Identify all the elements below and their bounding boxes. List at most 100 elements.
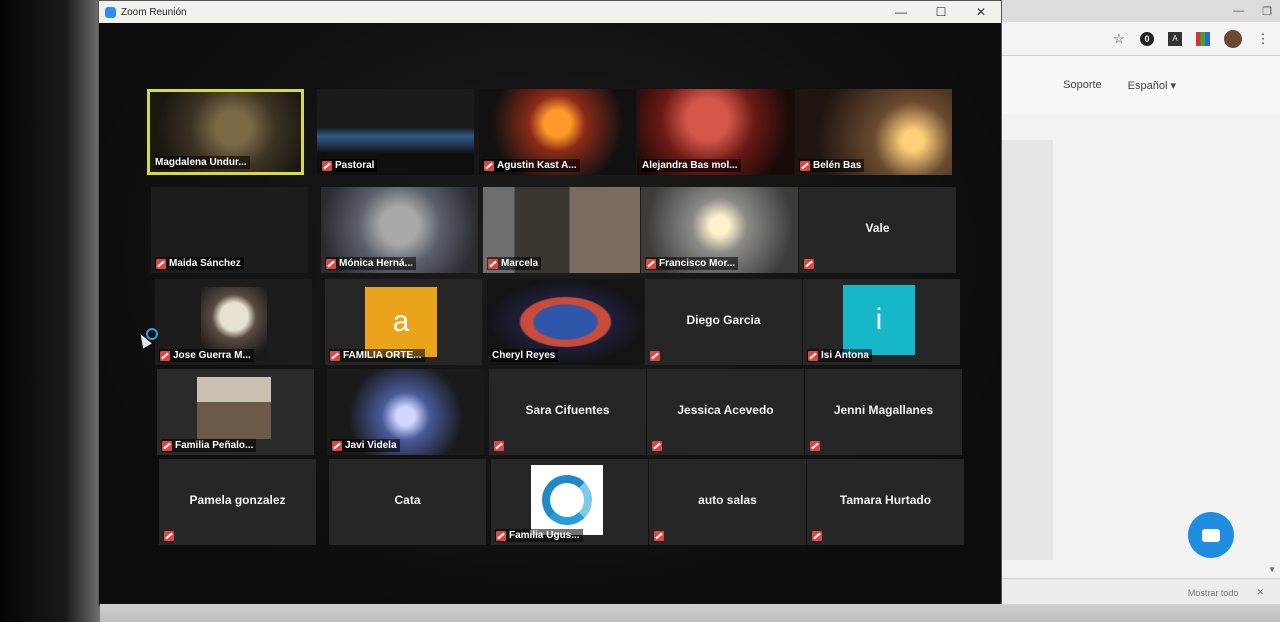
participant-tile[interactable]: Pastoral	[317, 89, 474, 175]
muted-mic-icon	[496, 530, 506, 541]
participant-name-label: Familia Ugus...	[495, 529, 583, 542]
muted-mic-icon	[810, 441, 820, 451]
participant-tile[interactable]: Cata	[329, 459, 486, 545]
participant-name-center: Jenni Magallanes	[833, 403, 934, 417]
participant-avatar: i	[843, 285, 915, 355]
site-body	[985, 114, 1280, 578]
participant-name-center: Pamela gonzalez	[189, 493, 286, 507]
participant-tile[interactable]: Familia Peñalo...	[157, 369, 314, 455]
close-download-bar-icon[interactable]: ✕	[1256, 587, 1264, 598]
participant-tile[interactable]: a FAMILIA ORTE...	[325, 279, 482, 365]
participant-name-center: Tamara Hurtado	[839, 493, 932, 507]
profile-avatar-icon[interactable]	[1224, 29, 1242, 48]
muted-mic-icon	[484, 160, 494, 171]
extension-circle-icon[interactable]: 0	[1140, 31, 1154, 46]
minimize-button[interactable]: —	[881, 5, 921, 19]
participant-tile[interactable]: Tamara Hurtado	[807, 459, 964, 545]
download-bar: Mostrar todo ✕	[985, 578, 1280, 606]
participant-logo	[531, 465, 603, 535]
participant-photo	[197, 377, 271, 439]
maximize-button[interactable]: ☐	[921, 5, 961, 19]
participant-name: Familia Peñalo...	[175, 440, 254, 451]
participant-name-center: Sara Cifuentes	[525, 403, 610, 417]
muted-mic-icon	[494, 441, 504, 451]
participant-tile[interactable]: Jessica Acevedo	[647, 369, 804, 455]
close-button[interactable]: ✕	[961, 5, 1001, 19]
participant-tile[interactable]: auto salas	[649, 459, 806, 545]
participant-tile[interactable]: Alejandra Bas mol...	[637, 89, 794, 175]
participant-name: Familia Ugus...	[509, 530, 580, 541]
browser-restore-button[interactable]: ❐	[1262, 5, 1272, 18]
participant-name: Isi Antona	[821, 350, 869, 361]
participant-name-label: Magdalena Undur...	[154, 156, 250, 169]
muted-mic-icon	[654, 531, 664, 541]
participant-tile[interactable]: Javi Videla	[327, 369, 484, 455]
chat-button[interactable]	[1188, 512, 1234, 558]
participant-name-center: Cata	[394, 493, 421, 507]
scroll-down-icon[interactable]: ▼	[1268, 565, 1276, 574]
participant-name: Marcela	[501, 258, 539, 269]
participant-tile[interactable]: Mónica Herná...	[321, 187, 478, 273]
zoom-logo-icon	[105, 6, 116, 18]
zoom-titlebar: Zoom Reunión — ☐ ✕	[99, 1, 1001, 23]
participant-tile[interactable]: i Isi Antona	[803, 279, 960, 365]
participant-tile[interactable]: Diego Garcia	[645, 279, 802, 365]
participant-tile[interactable]: Francisco Mor...	[641, 187, 798, 273]
participant-name: Cheryl Reyes	[492, 350, 556, 361]
support-link[interactable]: Soporte	[1063, 79, 1102, 91]
participant-name: Francisco Mor...	[659, 258, 736, 269]
pdf-extension-icon[interactable]: A	[1168, 31, 1182, 46]
show-all-downloads-link[interactable]: Mostrar todo	[1188, 588, 1239, 598]
participant-tile[interactable]: Pamela gonzalez	[159, 459, 316, 545]
extension-grid-icon[interactable]	[1196, 31, 1210, 46]
muted-mic-icon	[804, 259, 814, 269]
muted-mic-icon	[160, 350, 170, 361]
participant-tile[interactable]: Sara Cifuentes	[489, 369, 646, 455]
participant-name: Alejandra Bas mol...	[642, 160, 738, 171]
loading-cursor-icon	[146, 328, 158, 340]
monitor-bezel-bottom	[100, 604, 1280, 622]
participant-name-label: Cheryl Reyes	[491, 349, 559, 362]
participant-name-center: auto salas	[698, 493, 757, 507]
browser-window: — ❐ ☆ 0 A ⋮ Soporte Español ▾ ▼ Mostrar …	[985, 0, 1280, 606]
participant-tile[interactable]: Jose Guerra M...	[155, 279, 312, 365]
participant-name-label: Pastoral	[321, 159, 378, 172]
zoom-window: Zoom Reunión — ☐ ✕ Magdalena Undur... Pas…	[98, 0, 1002, 606]
participant-name-center: Diego Garcia	[686, 313, 761, 327]
participant-name-label: Alejandra Bas mol...	[641, 159, 741, 172]
participant-tile[interactable]: Belén Bas	[795, 89, 952, 175]
participant-tile[interactable]: Magdalena Undur...	[147, 89, 304, 175]
muted-mic-icon	[488, 258, 498, 269]
participant-name: Mónica Herná...	[339, 258, 413, 269]
site-header: Soporte Español ▾	[985, 56, 1280, 114]
muted-mic-icon	[326, 258, 336, 269]
muted-mic-icon	[650, 351, 660, 361]
ring-logo-icon	[542, 475, 592, 525]
participant-name-label: FAMILIA ORTE...	[329, 349, 425, 362]
participant-name-center: Vale	[865, 221, 890, 235]
participant-tile[interactable]: Maida Sánchez	[151, 187, 308, 273]
participant-tile[interactable]: Marcela	[483, 187, 640, 273]
participant-name-center: Jessica Acevedo	[677, 403, 774, 417]
kebab-menu-icon[interactable]: ⋮	[1256, 31, 1270, 46]
browser-minimize-button[interactable]: —	[1233, 5, 1244, 17]
participant-tile[interactable]: Vale	[799, 187, 956, 273]
participant-name: Magdalena Undur...	[155, 157, 247, 168]
language-dropdown[interactable]: Español ▾	[1128, 79, 1176, 92]
participant-name-label: Jose Guerra M...	[159, 349, 254, 362]
muted-mic-icon	[156, 258, 166, 269]
participant-tile[interactable]: Agustin Kast A...	[479, 89, 636, 175]
monitor-bezel	[0, 0, 110, 622]
participant-name: Pastoral	[335, 160, 375, 171]
muted-mic-icon	[332, 440, 342, 451]
participant-tile[interactable]: Familia Ugus...	[491, 459, 648, 545]
site-panel	[1001, 140, 1053, 560]
muted-mic-icon	[812, 531, 822, 541]
participant-name-label: Javi Videla	[331, 439, 400, 452]
participant-name: Maida Sánchez	[169, 258, 241, 269]
participant-tile[interactable]: Cheryl Reyes	[487, 279, 644, 365]
participant-name: FAMILIA ORTE...	[343, 350, 422, 361]
participant-tile[interactable]: Jenni Magallanes	[805, 369, 962, 455]
window-title: Zoom Reunión	[121, 6, 187, 18]
star-bookmark-icon[interactable]: ☆	[1112, 31, 1126, 46]
